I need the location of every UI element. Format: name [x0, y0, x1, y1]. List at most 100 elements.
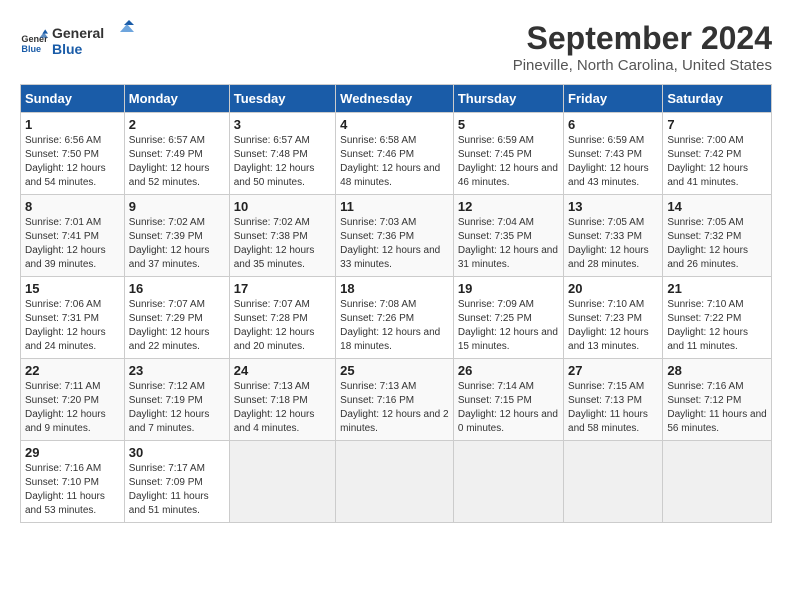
calendar-day-cell — [453, 441, 563, 523]
day-detail: Sunrise: 7:15 AM Sunset: 7:13 PM Dayligh… — [568, 380, 658, 436]
logo-text-line1: General Blue — [52, 20, 142, 65]
day-number: 30 — [129, 445, 225, 460]
day-detail: Sunrise: 6:57 AM Sunset: 7:48 PM Dayligh… — [234, 134, 331, 190]
day-number: 10 — [234, 199, 331, 214]
day-number: 19 — [458, 281, 559, 296]
day-detail: Sunrise: 7:02 AM Sunset: 7:39 PM Dayligh… — [129, 216, 225, 272]
day-number: 25 — [340, 363, 449, 378]
svg-text:General: General — [52, 25, 104, 41]
calendar-day-cell: 26 Sunrise: 7:14 AM Sunset: 7:15 PM Dayl… — [453, 359, 563, 441]
calendar-day-cell: 4 Sunrise: 6:58 AM Sunset: 7:46 PM Dayli… — [336, 113, 454, 195]
calendar-day-cell: 10 Sunrise: 7:02 AM Sunset: 7:38 PM Dayl… — [229, 195, 335, 277]
day-number: 24 — [234, 363, 331, 378]
day-number: 28 — [667, 363, 767, 378]
calendar-week-row: 1 Sunrise: 6:56 AM Sunset: 7:50 PM Dayli… — [21, 113, 772, 195]
calendar-day-cell: 13 Sunrise: 7:05 AM Sunset: 7:33 PM Dayl… — [564, 195, 663, 277]
day-detail: Sunrise: 7:04 AM Sunset: 7:35 PM Dayligh… — [458, 216, 559, 272]
day-detail: Sunrise: 6:59 AM Sunset: 7:43 PM Dayligh… — [568, 134, 658, 190]
calendar-day-cell: 16 Sunrise: 7:07 AM Sunset: 7:29 PM Dayl… — [124, 277, 229, 359]
calendar-day-cell: 22 Sunrise: 7:11 AM Sunset: 7:20 PM Dayl… — [21, 359, 125, 441]
day-detail: Sunrise: 7:13 AM Sunset: 7:16 PM Dayligh… — [340, 380, 449, 436]
weekday-header-cell: Friday — [564, 85, 663, 113]
calendar-day-cell: 7 Sunrise: 7:00 AM Sunset: 7:42 PM Dayli… — [663, 113, 772, 195]
day-number: 2 — [129, 117, 225, 132]
day-number: 14 — [667, 199, 767, 214]
title-block: September 2024 Pineville, North Carolina… — [513, 20, 772, 74]
calendar-day-cell: 2 Sunrise: 6:57 AM Sunset: 7:49 PM Dayli… — [124, 113, 229, 195]
calendar-day-cell: 9 Sunrise: 7:02 AM Sunset: 7:39 PM Dayli… — [124, 195, 229, 277]
day-detail: Sunrise: 7:03 AM Sunset: 7:36 PM Dayligh… — [340, 216, 449, 272]
weekday-header-row: SundayMondayTuesdayWednesdayThursdayFrid… — [21, 85, 772, 113]
day-number: 13 — [568, 199, 658, 214]
day-detail: Sunrise: 6:57 AM Sunset: 7:49 PM Dayligh… — [129, 134, 225, 190]
page-subtitle: Pineville, North Carolina, United States — [513, 57, 772, 74]
calendar-week-row: 29 Sunrise: 7:16 AM Sunset: 7:10 PM Dayl… — [21, 441, 772, 523]
day-number: 29 — [25, 445, 120, 460]
weekday-header-cell: Thursday — [453, 85, 563, 113]
calendar-day-cell: 19 Sunrise: 7:09 AM Sunset: 7:25 PM Dayl… — [453, 277, 563, 359]
day-detail: Sunrise: 7:13 AM Sunset: 7:18 PM Dayligh… — [234, 380, 331, 436]
day-number: 23 — [129, 363, 225, 378]
day-detail: Sunrise: 7:12 AM Sunset: 7:19 PM Dayligh… — [129, 380, 225, 436]
calendar-day-cell: 23 Sunrise: 7:12 AM Sunset: 7:19 PM Dayl… — [124, 359, 229, 441]
day-detail: Sunrise: 7:06 AM Sunset: 7:31 PM Dayligh… — [25, 298, 120, 354]
calendar-day-cell: 11 Sunrise: 7:03 AM Sunset: 7:36 PM Dayl… — [336, 195, 454, 277]
calendar-day-cell — [663, 441, 772, 523]
calendar-body: 1 Sunrise: 6:56 AM Sunset: 7:50 PM Dayli… — [21, 113, 772, 523]
calendar-day-cell — [229, 441, 335, 523]
day-number: 5 — [458, 117, 559, 132]
calendar-day-cell: 5 Sunrise: 6:59 AM Sunset: 7:45 PM Dayli… — [453, 113, 563, 195]
day-detail: Sunrise: 7:14 AM Sunset: 7:15 PM Dayligh… — [458, 380, 559, 436]
calendar-day-cell: 17 Sunrise: 7:07 AM Sunset: 7:28 PM Dayl… — [229, 277, 335, 359]
calendar-day-cell: 21 Sunrise: 7:10 AM Sunset: 7:22 PM Dayl… — [663, 277, 772, 359]
calendar-day-cell: 14 Sunrise: 7:05 AM Sunset: 7:32 PM Dayl… — [663, 195, 772, 277]
weekday-header-cell: Sunday — [21, 85, 125, 113]
calendar-day-cell: 29 Sunrise: 7:16 AM Sunset: 7:10 PM Dayl… — [21, 441, 125, 523]
day-number: 4 — [340, 117, 449, 132]
calendar-day-cell: 12 Sunrise: 7:04 AM Sunset: 7:35 PM Dayl… — [453, 195, 563, 277]
calendar-day-cell: 18 Sunrise: 7:08 AM Sunset: 7:26 PM Dayl… — [336, 277, 454, 359]
calendar-day-cell: 28 Sunrise: 7:16 AM Sunset: 7:12 PM Dayl… — [663, 359, 772, 441]
day-detail: Sunrise: 7:16 AM Sunset: 7:12 PM Dayligh… — [667, 380, 767, 436]
calendar-table: SundayMondayTuesdayWednesdayThursdayFrid… — [20, 84, 772, 523]
day-detail: Sunrise: 7:07 AM Sunset: 7:29 PM Dayligh… — [129, 298, 225, 354]
weekday-header-cell: Wednesday — [336, 85, 454, 113]
calendar-day-cell: 27 Sunrise: 7:15 AM Sunset: 7:13 PM Dayl… — [564, 359, 663, 441]
logo-icon: General Blue — [20, 28, 48, 56]
calendar-day-cell: 8 Sunrise: 7:01 AM Sunset: 7:41 PM Dayli… — [21, 195, 125, 277]
calendar-day-cell: 15 Sunrise: 7:06 AM Sunset: 7:31 PM Dayl… — [21, 277, 125, 359]
calendar-day-cell — [564, 441, 663, 523]
day-number: 12 — [458, 199, 559, 214]
calendar-day-cell — [336, 441, 454, 523]
page-header: General Blue General Blue September 2024… — [20, 20, 772, 74]
day-number: 8 — [25, 199, 120, 214]
day-detail: Sunrise: 7:00 AM Sunset: 7:42 PM Dayligh… — [667, 134, 767, 190]
day-number: 27 — [568, 363, 658, 378]
page-title: September 2024 — [513, 20, 772, 57]
day-detail: Sunrise: 7:09 AM Sunset: 7:25 PM Dayligh… — [458, 298, 559, 354]
day-number: 7 — [667, 117, 767, 132]
day-number: 15 — [25, 281, 120, 296]
calendar-day-cell: 25 Sunrise: 7:13 AM Sunset: 7:16 PM Dayl… — [336, 359, 454, 441]
calendar-day-cell: 1 Sunrise: 6:56 AM Sunset: 7:50 PM Dayli… — [21, 113, 125, 195]
day-detail: Sunrise: 7:08 AM Sunset: 7:26 PM Dayligh… — [340, 298, 449, 354]
day-number: 17 — [234, 281, 331, 296]
day-detail: Sunrise: 7:10 AM Sunset: 7:23 PM Dayligh… — [568, 298, 658, 354]
svg-text:Blue: Blue — [21, 44, 41, 54]
weekday-header-cell: Saturday — [663, 85, 772, 113]
day-detail: Sunrise: 7:10 AM Sunset: 7:22 PM Dayligh… — [667, 298, 767, 354]
day-detail: Sunrise: 6:59 AM Sunset: 7:45 PM Dayligh… — [458, 134, 559, 190]
calendar-day-cell: 3 Sunrise: 6:57 AM Sunset: 7:48 PM Dayli… — [229, 113, 335, 195]
day-number: 11 — [340, 199, 449, 214]
calendar-week-row: 15 Sunrise: 7:06 AM Sunset: 7:31 PM Dayl… — [21, 277, 772, 359]
day-detail: Sunrise: 7:01 AM Sunset: 7:41 PM Dayligh… — [25, 216, 120, 272]
day-detail: Sunrise: 7:05 AM Sunset: 7:33 PM Dayligh… — [568, 216, 658, 272]
weekday-header-cell: Tuesday — [229, 85, 335, 113]
day-number: 3 — [234, 117, 331, 132]
calendar-week-row: 8 Sunrise: 7:01 AM Sunset: 7:41 PM Dayli… — [21, 195, 772, 277]
weekday-header-cell: Monday — [124, 85, 229, 113]
day-detail: Sunrise: 7:17 AM Sunset: 7:09 PM Dayligh… — [129, 462, 225, 518]
day-detail: Sunrise: 7:11 AM Sunset: 7:20 PM Dayligh… — [25, 380, 120, 436]
day-detail: Sunrise: 7:05 AM Sunset: 7:32 PM Dayligh… — [667, 216, 767, 272]
svg-text:Blue: Blue — [52, 41, 83, 57]
